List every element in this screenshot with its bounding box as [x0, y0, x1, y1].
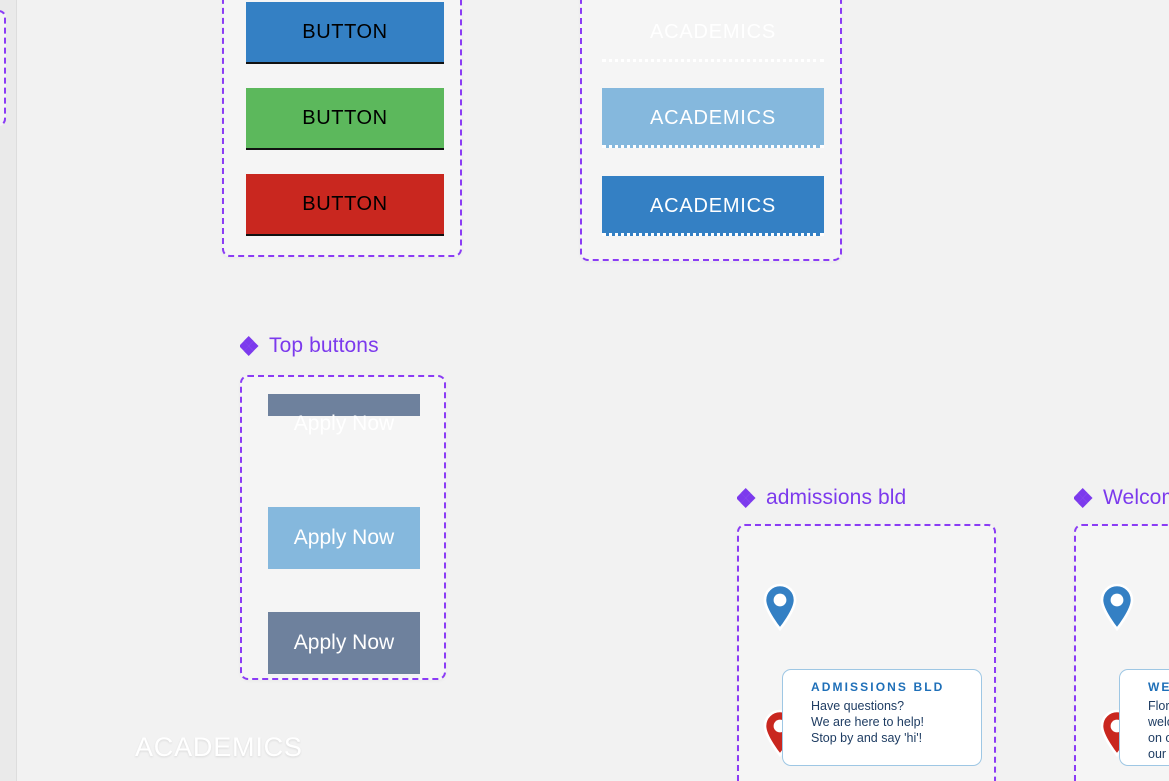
academics-button-dark[interactable]: ACADEMICS	[602, 176, 824, 236]
info-card-line: Stop by and say 'hi'!	[811, 731, 923, 745]
academics-button-light[interactable]: ACADEMICS	[602, 88, 824, 148]
info-card-line: We are here to help!	[811, 715, 925, 729]
info-card-line: Have questions?	[811, 699, 905, 713]
section-label-welcome: Welcome	[1074, 486, 1169, 510]
info-card-line: our ma	[1148, 747, 1169, 761]
info-card-line: welcome	[1148, 715, 1169, 729]
info-card-title: WELCOME	[1148, 680, 1169, 694]
academics-group-container: ACADEMICS ACADEMICS ACADEMICS	[580, 0, 842, 261]
admissions-info-card: ADMISSIONS BLD Have questions? We are he…	[782, 669, 982, 766]
academics-watermark-text: ACADEMICS	[135, 732, 303, 762]
academics-button-ghost[interactable]: ACADEMICS	[602, 2, 824, 62]
apply-now-button-slate[interactable]: Apply Now	[268, 612, 420, 674]
sparkle-icon	[240, 336, 260, 356]
button-group-container: BUTTON BUTTON BUTTON	[222, 0, 462, 257]
section-label-admissions-bld: admissions bld	[737, 486, 906, 510]
button-green[interactable]: BUTTON	[246, 88, 444, 150]
offscreen-dashed-container	[0, 10, 6, 126]
apply-now-button-light[interactable]: Apply Now	[268, 507, 420, 569]
apply-now-button-clipped[interactable]: Apply Now	[268, 394, 420, 435]
info-card-title: ADMISSIONS BLD	[811, 680, 945, 694]
admissions-bld-container: ADMISSIONS BLD Have questions? We are he…	[737, 524, 996, 781]
map-pin-blue-icon[interactable]	[761, 582, 799, 634]
button-red[interactable]: BUTTON	[246, 174, 444, 236]
left-gutter-strip	[0, 0, 17, 781]
welcome-container: WELCOME Florida welcome on our our ma	[1074, 524, 1169, 781]
section-label-text: Welcome	[1103, 486, 1169, 509]
section-label-text: admissions bld	[766, 486, 907, 509]
section-label-top-buttons: Top buttons	[240, 334, 379, 358]
button-blue[interactable]: BUTTON	[246, 2, 444, 64]
apply-now-label: Apply Now	[293, 412, 395, 435]
top-buttons-container: Apply Now Apply Now Apply Now	[240, 375, 446, 680]
sparkle-icon	[1074, 488, 1094, 508]
welcome-info-card: WELCOME Florida welcome on our our ma	[1119, 669, 1169, 766]
map-pin-blue-icon[interactable]	[1098, 582, 1136, 634]
sparkle-icon	[737, 488, 757, 508]
info-card-line: on our	[1148, 731, 1169, 745]
info-card-line: Florida	[1148, 699, 1169, 713]
section-label-text: Top buttons	[269, 334, 379, 357]
